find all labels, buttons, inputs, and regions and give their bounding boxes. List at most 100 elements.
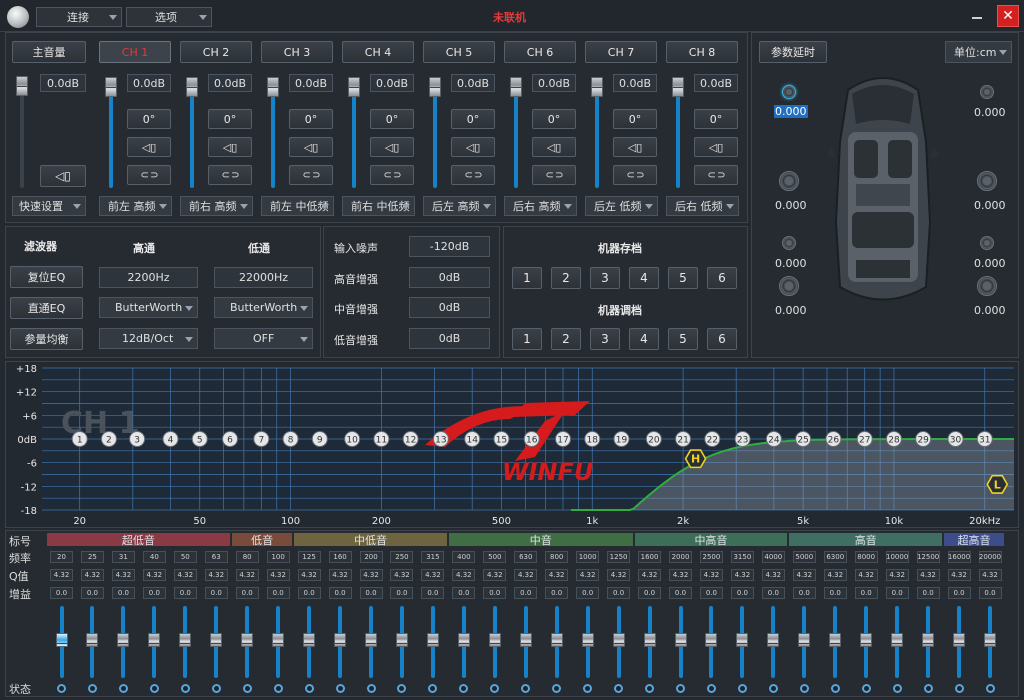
band-gain-field[interactable]: 0.0 xyxy=(111,587,135,599)
band-gain-knob[interactable] xyxy=(365,633,377,647)
band-freq-field[interactable]: 1000 xyxy=(576,551,600,563)
band-gain-field[interactable]: 0.0 xyxy=(669,587,692,599)
band-gain-field[interactable]: 0.0 xyxy=(297,587,321,599)
band-freq-field[interactable]: 250 xyxy=(390,551,414,563)
band-freq-field[interactable]: 25 xyxy=(80,551,104,563)
band-gain-knob[interactable] xyxy=(179,633,192,647)
band-freq-field[interactable]: 16000 xyxy=(947,551,971,563)
channel-tab-3[interactable]: CH 3 xyxy=(261,41,333,63)
phase-button[interactable]: 0° xyxy=(208,109,252,129)
channel-tab-2[interactable]: CH 2 xyxy=(180,41,252,63)
band-freq-field[interactable]: 20000 xyxy=(978,551,1002,563)
channel-fader-knob[interactable] xyxy=(105,77,117,97)
mute-button[interactable]: ◁▯ xyxy=(532,137,576,157)
band-freq-field[interactable]: 80 xyxy=(235,551,259,563)
link-button[interactable]: ⊂ ⊃ xyxy=(127,165,171,185)
rr_low-speaker-icon[interactable] xyxy=(977,276,997,296)
band-gain-field[interactable]: 0.0 xyxy=(978,587,1002,599)
band-freq-field[interactable]: 8000 xyxy=(854,551,878,563)
input-noise-field[interactable]: -120dB xyxy=(409,236,490,257)
channel-fader-knob[interactable] xyxy=(672,77,684,97)
channel-tab-4[interactable]: CH 4 xyxy=(342,41,414,63)
band-gain-field[interactable]: 0.0 xyxy=(761,587,785,599)
band-q-field[interactable]: 4.32 xyxy=(204,569,228,581)
band-q-field[interactable]: 4.32 xyxy=(916,569,940,581)
band-gain-field[interactable]: 0.0 xyxy=(699,587,723,599)
band-gain-knob[interactable] xyxy=(210,633,223,647)
channel-tab-6[interactable]: CH 6 xyxy=(504,41,576,63)
band-gain-field[interactable]: 0.0 xyxy=(854,587,878,599)
load-slot-3[interactable]: 3 xyxy=(590,328,620,350)
channel-db-field[interactable]: 0.0dB xyxy=(208,74,252,92)
phase-button[interactable]: 0° xyxy=(613,109,657,129)
band-freq-field[interactable]: 10000 xyxy=(885,551,909,563)
band-gain-knob[interactable] xyxy=(488,633,501,647)
mute-button[interactable]: ◁▯ xyxy=(208,137,252,157)
rl_low-speaker-icon[interactable] xyxy=(779,276,799,296)
band-status-toggle[interactable] xyxy=(830,684,840,693)
band-gain-field[interactable]: 0.0 xyxy=(514,587,538,599)
band-status-toggle[interactable] xyxy=(985,684,995,693)
band-q-field[interactable]: 4.32 xyxy=(885,569,909,581)
band-status-toggle[interactable] xyxy=(273,684,283,693)
lp-type-combo[interactable]: ButterWorth xyxy=(214,297,313,318)
band-q-field[interactable]: 4.32 xyxy=(421,569,445,581)
channel-assign-combo[interactable]: 前右 中低频 xyxy=(342,196,415,216)
mute-button[interactable]: ◁▯ xyxy=(451,137,495,157)
channel-assign-combo[interactable]: 后左 低频 xyxy=(585,196,658,216)
band-q-field[interactable]: 4.32 xyxy=(297,569,321,581)
channel-db-field[interactable]: 0.0dB xyxy=(451,74,495,92)
band-q-field[interactable]: 4.32 xyxy=(792,569,816,581)
band-gain-knob[interactable] xyxy=(334,633,347,647)
load-slot-1[interactable]: 1 xyxy=(512,328,542,350)
channel-db-field[interactable]: 0.0dB xyxy=(370,74,414,92)
rl_high-speaker-icon[interactable] xyxy=(782,236,796,250)
channel-assign-combo[interactable]: 后左 高频 xyxy=(423,196,496,216)
phase-button[interactable]: 0° xyxy=(451,109,495,129)
channel-assign-combo[interactable]: 前左 中低频 xyxy=(261,196,334,216)
band-freq-field[interactable]: 160 xyxy=(328,551,352,563)
band-freq-field[interactable]: 2000 xyxy=(669,551,692,563)
band-q-field[interactable]: 4.32 xyxy=(730,569,754,581)
link-button[interactable]: ⊂ ⊃ xyxy=(208,165,252,185)
band-gain-field[interactable]: 0.0 xyxy=(576,587,600,599)
band-gain-knob[interactable] xyxy=(148,633,161,647)
channel-db-field[interactable]: 0.0dB xyxy=(532,74,576,92)
band-gain-knob[interactable] xyxy=(829,633,842,647)
phase-button[interactable]: 0° xyxy=(532,109,576,129)
band-gain-knob[interactable] xyxy=(643,633,656,647)
band-freq-field[interactable]: 4000 xyxy=(761,551,785,563)
link-button[interactable]: ⊂ ⊃ xyxy=(532,165,576,185)
band-gain-knob[interactable] xyxy=(550,633,563,647)
mute-button[interactable]: ◁▯ xyxy=(127,137,171,157)
band-freq-field[interactable]: 800 xyxy=(545,551,569,563)
band-gain-field[interactable]: 0.0 xyxy=(638,587,662,599)
link-button[interactable]: ⊂ ⊃ xyxy=(451,165,495,185)
hp-type-combo[interactable]: ButterWorth xyxy=(99,297,198,318)
band-gain-field[interactable]: 0.0 xyxy=(421,587,445,599)
band-q-field[interactable]: 4.32 xyxy=(235,569,259,581)
band-gain-knob[interactable] xyxy=(674,633,687,647)
channel-db-field[interactable]: 0.0dB xyxy=(289,74,333,92)
band-gain-field[interactable]: 0.0 xyxy=(328,587,352,599)
band-gain-knob[interactable] xyxy=(395,633,408,647)
mute-button[interactable]: ◁▯ xyxy=(370,137,414,157)
master-fader-knob[interactable] xyxy=(16,76,28,96)
band-status-toggle[interactable] xyxy=(180,684,190,693)
band-gain-field[interactable]: 0.0 xyxy=(80,587,104,599)
channel-tab-1[interactable]: CH 1 xyxy=(99,41,171,63)
band-gain-field[interactable]: 0.0 xyxy=(390,587,414,599)
band-q-field[interactable]: 4.32 xyxy=(173,569,197,581)
band-gain-knob[interactable] xyxy=(736,633,749,647)
minimize-button[interactable] xyxy=(972,17,982,19)
band-q-field[interactable]: 4.32 xyxy=(669,569,692,581)
band-freq-field[interactable]: 100 xyxy=(266,551,290,563)
band-status-toggle[interactable] xyxy=(87,684,97,693)
master-fader-track[interactable] xyxy=(20,80,24,188)
band-freq-field[interactable]: 630 xyxy=(514,551,538,563)
close-button[interactable]: ✕ xyxy=(997,5,1019,27)
save-slot-2[interactable]: 2 xyxy=(551,267,581,289)
band-status-toggle[interactable] xyxy=(57,684,66,693)
band-gain-knob[interactable] xyxy=(117,633,130,647)
channel-fader-knob[interactable] xyxy=(348,77,360,97)
